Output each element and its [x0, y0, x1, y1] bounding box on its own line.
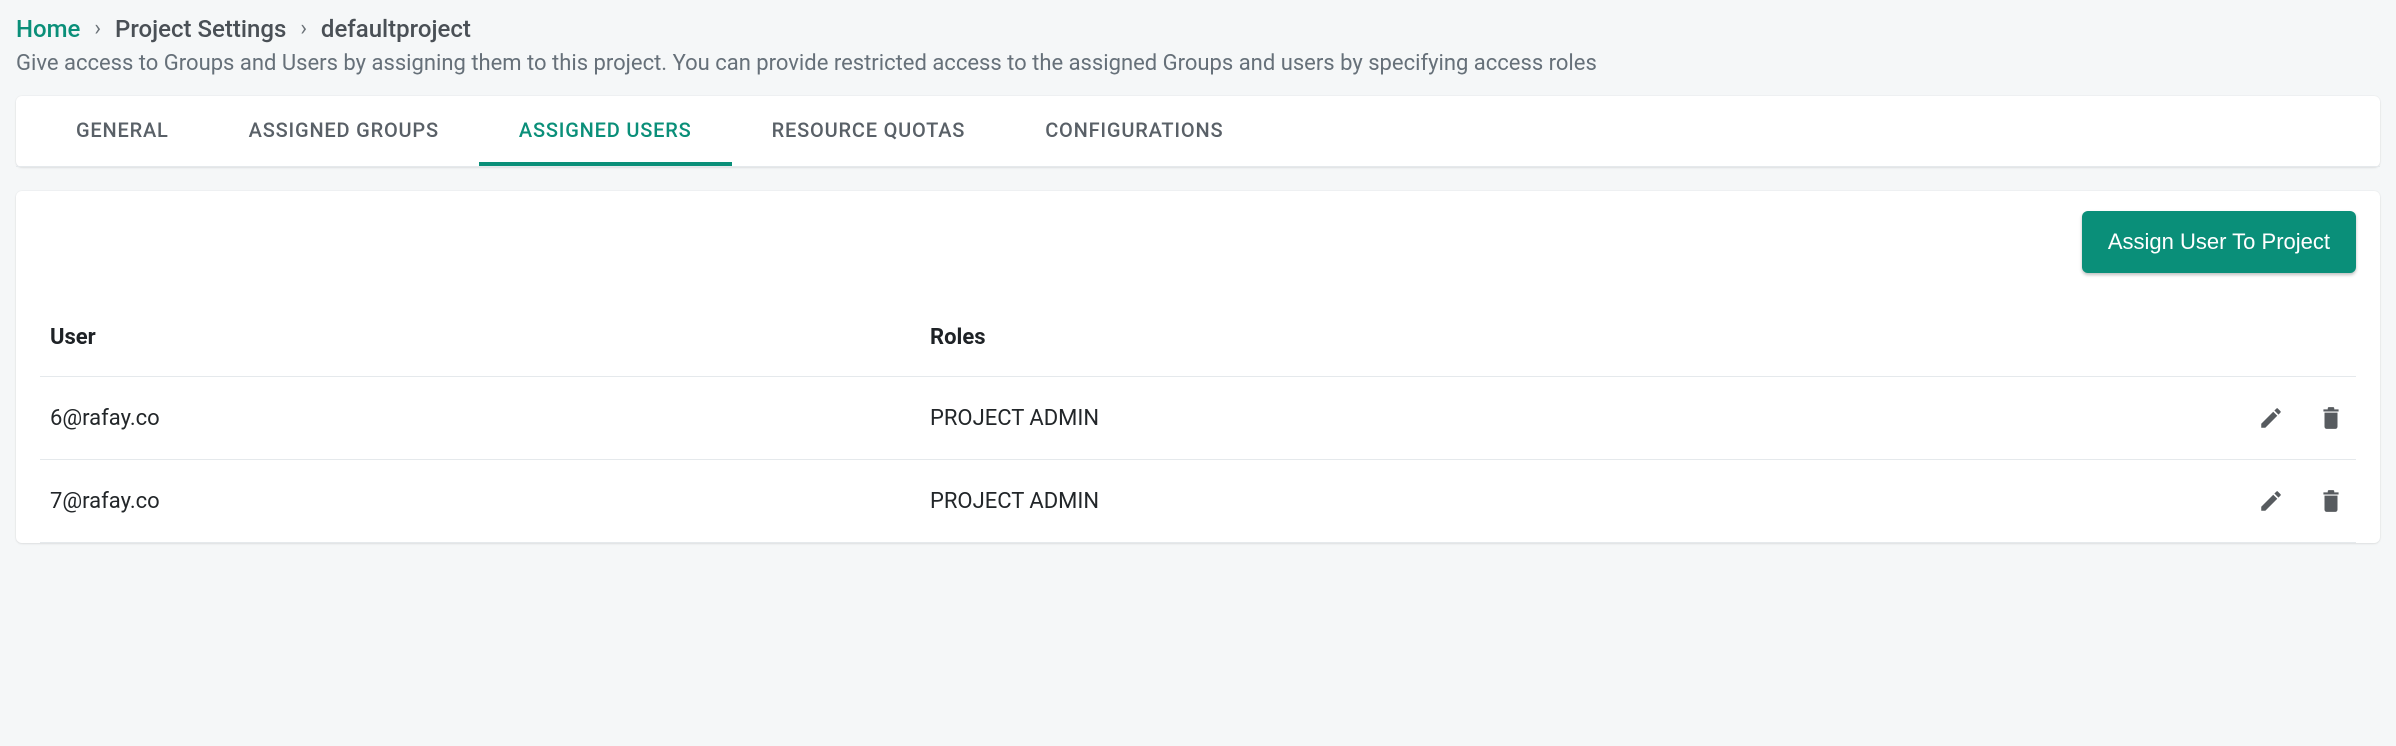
row-actions — [2206, 403, 2346, 433]
tab-general[interactable]: GENERAL — [16, 96, 209, 166]
content-card: Assign User To Project User Roles 6@rafa… — [16, 191, 2380, 543]
cell-roles: PROJECT ADMIN — [930, 406, 2206, 431]
tab-resource-quotas[interactable]: RESOURCE QUOTAS — [732, 96, 1006, 166]
breadcrumb: Home › Project Settings › defaultproject — [16, 14, 2380, 45]
trash-icon — [2318, 405, 2344, 431]
cell-user: 7@rafay.co — [50, 489, 930, 514]
breadcrumb-project-settings[interactable]: Project Settings — [115, 14, 286, 45]
tabs: GENERAL ASSIGNED GROUPS ASSIGNED USERS R… — [16, 96, 2380, 167]
breadcrumb-separator: › — [300, 15, 307, 44]
delete-button[interactable] — [2316, 486, 2346, 516]
page-description: Give access to Groups and Users by assig… — [16, 51, 2380, 76]
table-header-row: User Roles — [40, 299, 2356, 377]
pencil-icon — [2258, 488, 2284, 514]
tab-assigned-groups[interactable]: ASSIGNED GROUPS — [209, 96, 479, 166]
table-header-user: User — [50, 325, 930, 350]
cell-user: 6@rafay.co — [50, 406, 930, 431]
table-header-roles: Roles — [930, 325, 2206, 350]
edit-button[interactable] — [2256, 403, 2286, 433]
action-bar: Assign User To Project — [40, 211, 2356, 273]
breadcrumb-separator: › — [94, 15, 101, 44]
cell-roles: PROJECT ADMIN — [930, 489, 2206, 514]
tabs-card: GENERAL ASSIGNED GROUPS ASSIGNED USERS R… — [16, 96, 2380, 167]
pencil-icon — [2258, 405, 2284, 431]
trash-icon — [2318, 488, 2344, 514]
breadcrumb-home[interactable]: Home — [16, 14, 80, 45]
breadcrumb-defaultproject[interactable]: defaultproject — [321, 14, 471, 45]
tab-assigned-users[interactable]: ASSIGNED USERS — [479, 96, 732, 166]
users-table: User Roles 6@rafay.co PROJECT ADMIN 7@ra… — [40, 299, 2356, 543]
delete-button[interactable] — [2316, 403, 2346, 433]
table-row: 7@rafay.co PROJECT ADMIN — [40, 460, 2356, 543]
edit-button[interactable] — [2256, 486, 2286, 516]
assign-user-button[interactable]: Assign User To Project — [2082, 211, 2356, 273]
table-row: 6@rafay.co PROJECT ADMIN — [40, 377, 2356, 460]
tab-configurations[interactable]: CONFIGURATIONS — [1005, 96, 1263, 166]
row-actions — [2206, 486, 2346, 516]
